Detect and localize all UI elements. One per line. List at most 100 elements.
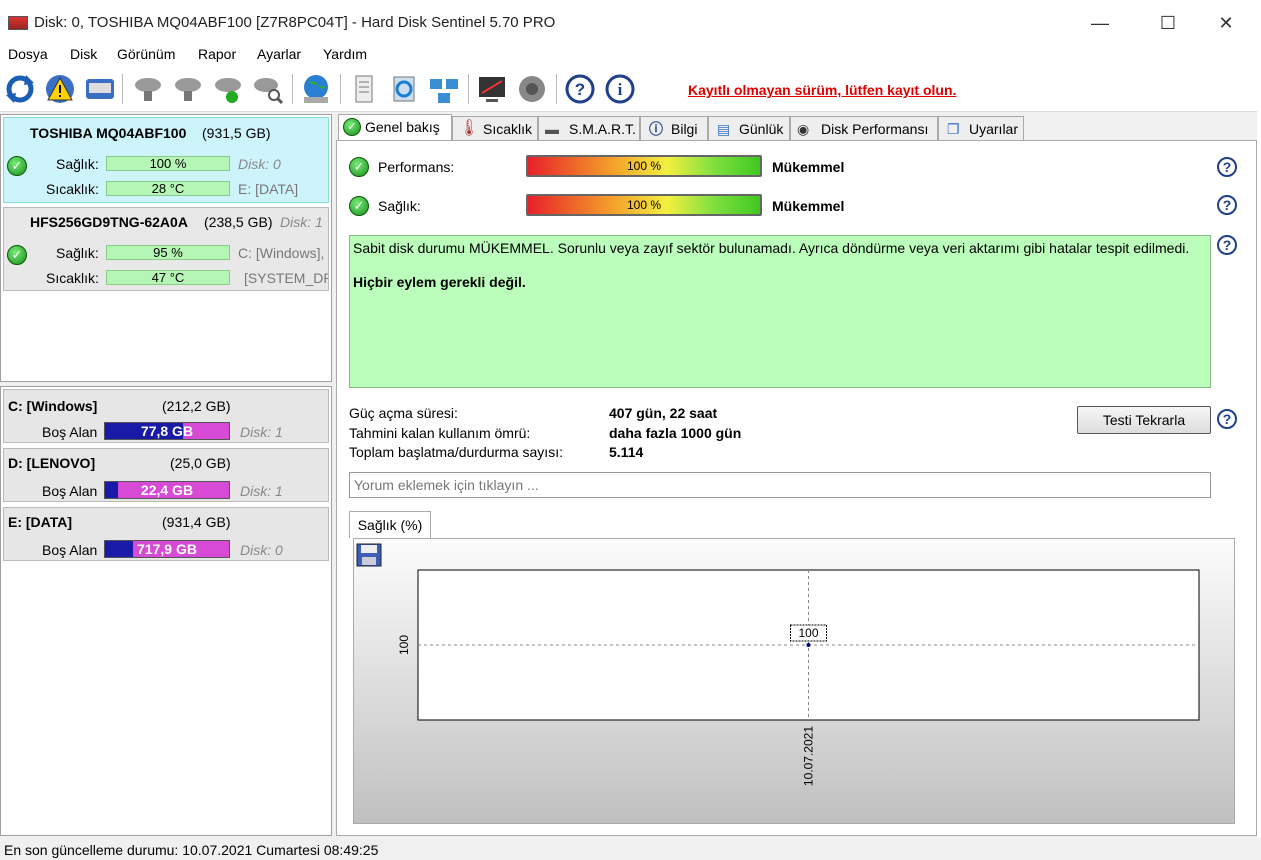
toolbar-separator	[468, 74, 469, 104]
tab-info[interactable]: ⓘ Bilgi	[640, 116, 708, 141]
disk-volume: E: [DATA]	[238, 181, 299, 197]
toolbar: ? i Kayıtlı olmayan sürüm, lütfen kayıt …	[0, 66, 1257, 112]
menu-rapor[interactable]: Rapor	[198, 46, 236, 62]
health-chart-area: 100 100 10.07.2021	[353, 538, 1235, 824]
toolbar-separator	[292, 74, 293, 104]
tab-label: Disk Performansı	[821, 121, 929, 137]
menu-disk[interactable]: Disk	[70, 46, 97, 62]
disk-search-icon[interactable]	[252, 73, 284, 105]
tab-overview[interactable]: ✓ Genel bakış	[338, 114, 452, 141]
refresh-icon[interactable]	[4, 73, 36, 105]
performance-bar: 100 %	[526, 155, 762, 177]
free-space-value: 22,4 GB	[140, 482, 194, 498]
info-icon[interactable]: i	[604, 73, 636, 105]
help-icon[interactable]: ?	[1217, 195, 1237, 215]
volume-size: (931,4 GB)	[162, 514, 231, 530]
health-label: Sağlık:	[56, 245, 99, 261]
free-space-bar: 717,9 GB	[104, 540, 230, 558]
globe-icon[interactable]	[300, 73, 332, 105]
menu-dosya[interactable]: Dosya	[8, 46, 48, 62]
menu-gorunum[interactable]: Görünüm	[117, 46, 175, 62]
ok-check-icon: ✓	[349, 157, 369, 177]
tab-alerts[interactable]: ❐ Uyarılar	[938, 116, 1024, 141]
health-label: Sağlık:	[378, 198, 421, 214]
health-bar: 95 %	[106, 245, 230, 260]
tab-smart[interactable]: ▬ S.M.A.R.T.	[538, 116, 640, 141]
action-message: Hiçbir eylem gerekli değil.	[353, 274, 526, 290]
status-bar: En son güncelleme durumu: 10.07.2021 Cum…	[0, 838, 1261, 860]
help-icon[interactable]: ?	[1217, 157, 1237, 177]
maximize-button[interactable]: ☐	[1145, 6, 1191, 40]
tab-label: Günlük	[739, 121, 784, 137]
disk-check-icon[interactable]	[212, 73, 244, 105]
health-label: Sağlık:	[56, 156, 99, 172]
free-label: Boş Alan	[42, 483, 98, 499]
volume-item-c[interactable]: C: [Windows] (212,2 GB) Boş Alan 77,8 GB…	[3, 389, 329, 443]
start-stop-value: 5.114	[609, 444, 644, 460]
disk-name: TOSHIBA MQ04ABF100	[30, 125, 187, 141]
disk-item-hfs256[interactable]: HFS256GD9TNG-62A0A (238,5 GB) Disk: 1 ✓ …	[3, 207, 329, 291]
register-link[interactable]: Kayıtlı olmayan sürüm, lütfen kayıt olun…	[688, 82, 956, 98]
chip-icon: ▬	[545, 121, 559, 137]
disk-volume-2: [SYSTEM_DRV	[244, 270, 328, 286]
free-space-bar: 22,4 GB	[104, 481, 230, 499]
sync-icon[interactable]	[388, 73, 420, 105]
remaining-life-label: Tahmini kalan kullanım ömrü:	[349, 425, 531, 441]
background-window-strip	[1257, 44, 1261, 860]
tab-label: Sıcaklık	[483, 121, 533, 137]
menu-bar: Dosya Disk Görünüm Rapor Ayarlar Yardım	[0, 44, 1261, 66]
volume-list-panel: C: [Windows] (212,2 GB) Boş Alan 77,8 GB…	[0, 386, 332, 836]
health-rating: Mükemmel	[772, 198, 845, 214]
volume-item-e[interactable]: E: [DATA] (931,4 GB) Boş Alan 717,9 GB D…	[3, 507, 329, 561]
tab-log[interactable]: ▤ Günlük	[708, 116, 790, 141]
svg-text:?: ?	[575, 80, 585, 99]
free-space-value: 717,9 GB	[137, 541, 197, 557]
minimize-button[interactable]: —	[1077, 6, 1123, 40]
warning-icon[interactable]	[44, 73, 76, 105]
disk-number: Disk: 0	[238, 156, 281, 172]
help-icon[interactable]: ?	[564, 73, 596, 105]
free-space-value: 77,8 GB	[140, 423, 194, 439]
monitor-icon[interactable]	[476, 73, 508, 105]
document-icon: ▤	[717, 121, 731, 137]
tab-disk-performance[interactable]: ◉ Disk Performansı	[790, 116, 938, 141]
comment-input[interactable]: Yorum eklemek için tıklayın ...	[349, 472, 1211, 498]
ok-check-icon: ✓	[349, 196, 369, 216]
speaker-icon[interactable]	[516, 73, 548, 105]
chart-tab-health[interactable]: Sağlık (%)	[349, 511, 431, 538]
network-icon[interactable]	[428, 73, 460, 105]
retest-button[interactable]: Testi Tekrarla	[1077, 406, 1211, 434]
volume-name: E: [DATA]	[8, 514, 73, 530]
start-stop-label: Toplam başlatma/durdurma sayısı:	[349, 444, 563, 460]
window-title: Disk: 0, TOSHIBA MQ04ABF100 [Z7R8PC04T] …	[34, 14, 556, 31]
svg-text:i: i	[618, 80, 623, 99]
data-point	[806, 643, 811, 647]
disk-icon[interactable]	[84, 73, 116, 105]
help-icon[interactable]: ?	[1217, 235, 1237, 255]
tab-temperature[interactable]: 🌡 Sıcaklık	[452, 116, 538, 141]
power-on-label: Güç açma süresi:	[349, 405, 458, 421]
disk-tools-icon[interactable]	[172, 73, 204, 105]
toolbar-separator	[340, 74, 341, 104]
power-on-value: 407 gün, 22 saat	[609, 405, 718, 421]
gauge-icon: ◉	[797, 121, 810, 137]
volume-disk: Disk: 0	[240, 542, 283, 558]
tab-label: Genel bakış	[365, 119, 440, 135]
ok-check-icon: ✓	[343, 118, 361, 136]
disk-name: HFS256GD9TNG-62A0A	[30, 214, 188, 230]
temp-bar: 28 °C	[106, 181, 230, 196]
disk-number: Disk: 1	[280, 214, 323, 230]
help-icon[interactable]: ?	[1217, 409, 1237, 429]
disk-size: (238,5 GB)	[204, 214, 273, 230]
disk-settings-icon[interactable]	[132, 73, 164, 105]
free-space-bar: 77,8 GB	[104, 422, 230, 440]
volume-name: D: [LENOVO]	[8, 455, 96, 471]
volume-item-d[interactable]: D: [LENOVO] (25,0 GB) Boş Alan 22,4 GB D…	[3, 448, 329, 502]
report-icon[interactable]	[348, 73, 380, 105]
menu-ayarlar[interactable]: Ayarlar	[257, 46, 301, 62]
close-button[interactable]: ✕	[1203, 6, 1249, 40]
disk-item-toshiba[interactable]: TOSHIBA MQ04ABF100 (931,5 GB) ✓ Sağlık: …	[3, 117, 329, 203]
menu-yardim[interactable]: Yardım	[323, 46, 367, 62]
health-bar: 100 %	[526, 194, 762, 216]
ok-check-icon: ✓	[7, 245, 27, 265]
